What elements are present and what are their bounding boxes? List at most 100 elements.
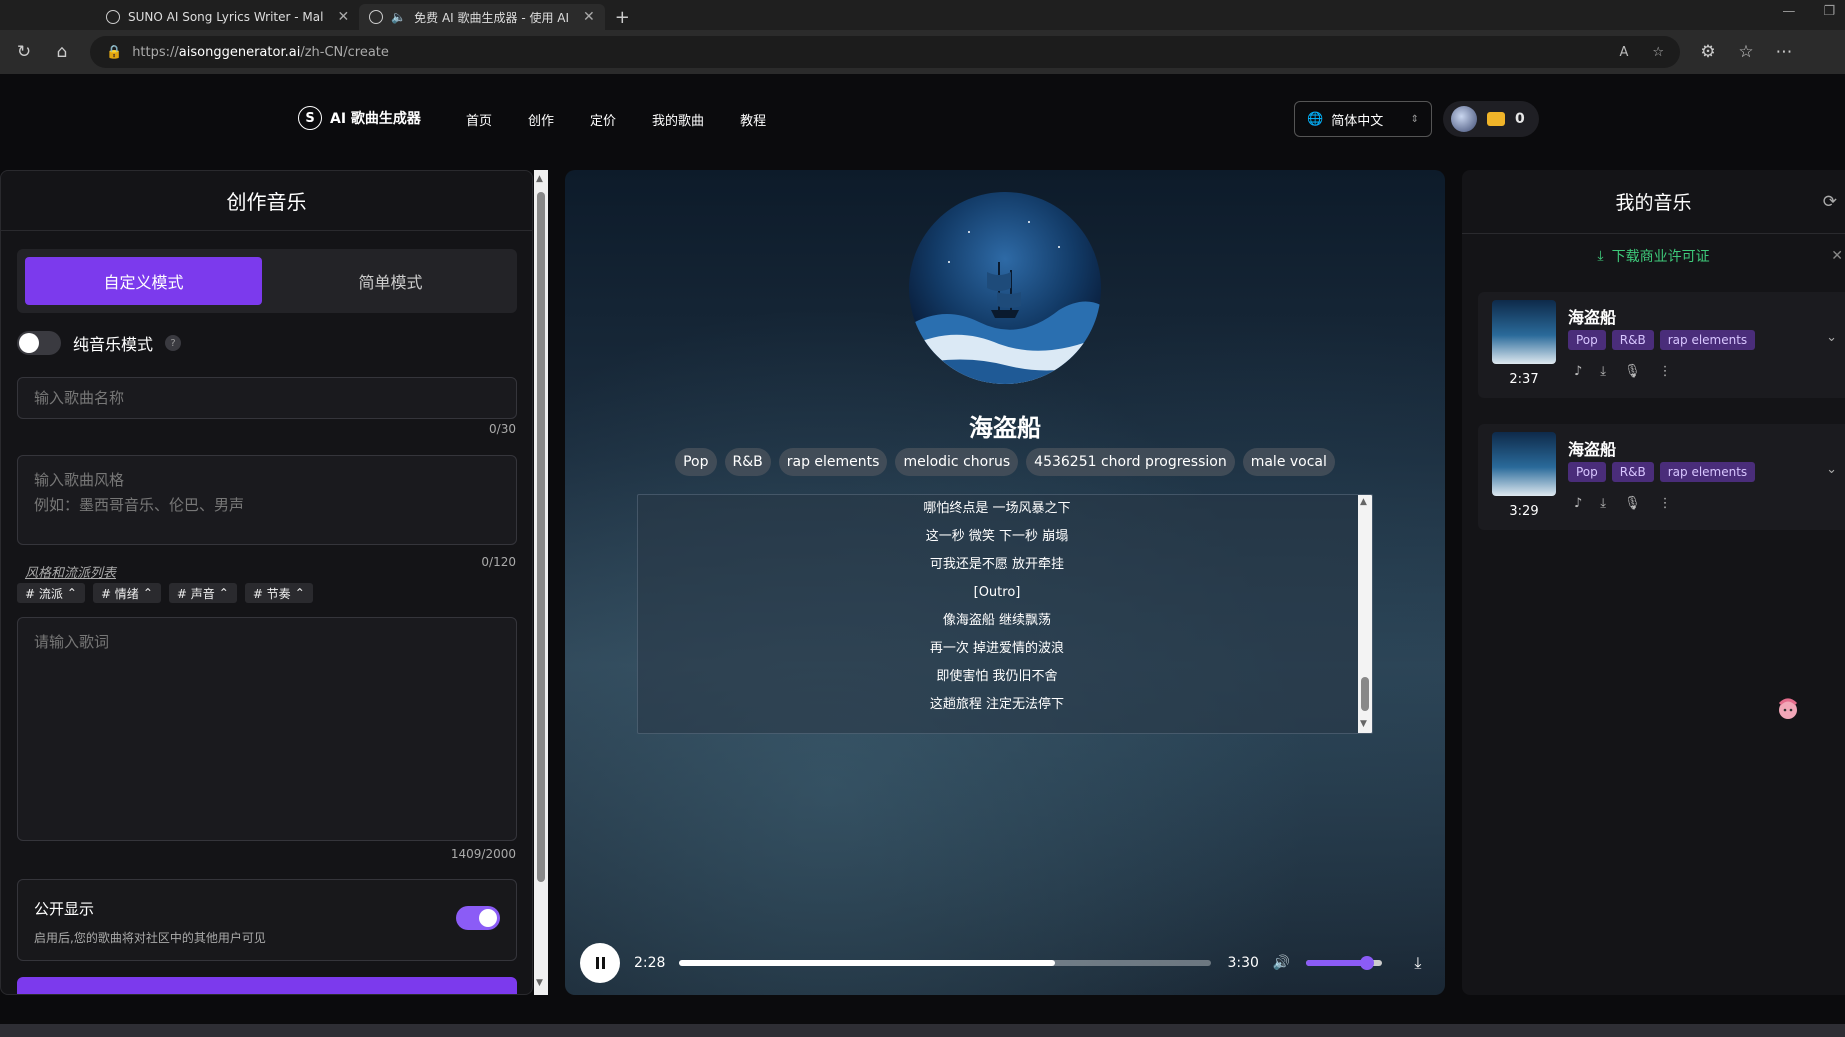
new-tab-button[interactable]: + xyxy=(605,4,640,30)
tag: Pop xyxy=(1568,330,1606,350)
refresh-icon[interactable]: ⟳ xyxy=(1823,192,1837,212)
song-card-actions: ♪ ⤓ 🎙 ⋮ xyxy=(1574,364,1672,379)
extensions-icon[interactable]: ⚙ xyxy=(1698,42,1718,62)
custom-mode-button[interactable]: 自定义模式 xyxy=(25,257,262,305)
tag: rap elements xyxy=(778,448,888,476)
album-cover xyxy=(909,192,1101,384)
close-icon[interactable]: ✕ xyxy=(583,9,595,25)
nav-tutorial[interactable]: 教程 xyxy=(740,110,766,129)
restore-icon[interactable]: ❐ xyxy=(1823,4,1835,19)
more-icon[interactable]: ⋮ xyxy=(1659,496,1672,511)
style-list-link[interactable]: 风格和流派列表 xyxy=(25,562,116,581)
style-input[interactable]: 输入歌曲风格 例如：墨西哥音乐、伦巴、男声 xyxy=(17,455,517,545)
address-bar: ↻ ⌂ 🔒 https://aisonggenerator.ai/zh-CN/c… xyxy=(0,30,1845,74)
url-field[interactable]: 🔒 https://aisonggenerator.ai/zh-CN/creat… xyxy=(90,36,1680,68)
chip-tempo[interactable]: # 节奏 ⌃ xyxy=(244,583,313,603)
tag: 4536251 chord progression xyxy=(1026,448,1235,476)
tag: melodic chorus xyxy=(895,448,1019,476)
chevron-down-icon[interactable]: ⌄ xyxy=(1826,330,1837,345)
public-toggle[interactable] xyxy=(456,906,500,930)
more-icon[interactable]: ⋯ xyxy=(1774,42,1794,62)
song-name-input[interactable]: 输入歌曲名称 xyxy=(17,377,517,419)
license-banner[interactable]: ⤓ 下载商业许可证 ✕ xyxy=(1462,246,1845,266)
mode-switch: 自定义模式 简单模式 xyxy=(17,249,517,313)
minimize-icon[interactable]: — xyxy=(1782,4,1795,19)
progress-slider[interactable] xyxy=(679,960,1212,966)
lock-icon: 🔒 xyxy=(106,44,123,60)
scroll-up-icon[interactable]: ▲ xyxy=(536,174,543,184)
more-icon[interactable]: ⋮ xyxy=(1659,364,1672,379)
scroll-up-icon[interactable]: ▲ xyxy=(1360,497,1367,507)
player-panel: 海盗船 Pop R&B rap elements melodic chorus … xyxy=(565,170,1445,995)
home-icon[interactable]: ⌂ xyxy=(52,42,72,62)
tag: rap elements xyxy=(1659,462,1756,482)
create-title: 创作音乐 xyxy=(1,171,532,231)
song-card-title: 海盗船 xyxy=(1568,308,1617,327)
chevron-down-icon[interactable]: ⌄ xyxy=(1826,462,1837,477)
create-button[interactable] xyxy=(17,977,517,994)
chip-voice[interactable]: # 声音 ⌃ xyxy=(168,583,237,603)
browser-tab-2[interactable]: 🔈 免费 AI 歌曲生成器 - 使用 AI ✕ xyxy=(359,4,605,30)
chevron-up-icon: ⌃ xyxy=(218,586,229,600)
microphone-icon[interactable]: 🎙 xyxy=(1624,496,1641,511)
browser-tab-1[interactable]: SUNO AI Song Lyrics Writer - Mal ✕ xyxy=(96,4,359,30)
scroll-thumb[interactable] xyxy=(537,192,545,882)
avatar[interactable] xyxy=(1451,106,1477,132)
nav-create[interactable]: 创作 xyxy=(528,110,554,129)
song-card[interactable]: 2:37 海盗船 Pop R&B rap elements ♪ ⤓ 🎙 ⋮ ⌄ xyxy=(1478,292,1845,398)
scroll-thumb[interactable] xyxy=(1361,677,1369,711)
instrumental-row: 纯音乐模式 ? xyxy=(17,331,182,355)
lyrics-input[interactable]: 请输入歌词 xyxy=(17,617,517,841)
nav-pricing[interactable]: 定价 xyxy=(590,110,616,129)
close-icon[interactable]: ✕ xyxy=(1831,248,1843,264)
nav-my-songs[interactable]: 我的歌曲 xyxy=(652,110,704,129)
help-icon[interactable]: ? xyxy=(165,335,182,351)
download-icon[interactable]: ⤓ xyxy=(1600,496,1606,511)
language-label: 简体中文 xyxy=(1331,113,1384,129)
music-note-icon[interactable]: ♪ xyxy=(1574,496,1582,511)
download-icon[interactable]: ⤓ xyxy=(1414,953,1421,973)
chevron-up-icon: ⌃ xyxy=(294,586,305,600)
volume-icon[interactable]: 🔊 xyxy=(1273,955,1290,971)
mascot-icon[interactable] xyxy=(1776,694,1800,724)
music-note-icon[interactable]: ♪ xyxy=(1574,364,1582,379)
total-time: 3:30 xyxy=(1227,955,1259,971)
lyric-line: 这趟旅程 注定无法停下 xyxy=(929,697,1065,712)
volume-knob[interactable] xyxy=(1360,956,1375,970)
lyric-line: 即使害怕 我仍旧不舍 xyxy=(936,669,1058,684)
my-music-panel: 我的音乐 ⟳ ⤓ 下载商业许可证 ✕ 2:37 海盗船 Pop R&B rap … xyxy=(1462,170,1845,995)
nav-home[interactable]: 首页 xyxy=(466,110,492,129)
chip-mood[interactable]: # 情绪 ⌃ xyxy=(92,583,161,603)
site-logo[interactable]: S AI 歌曲生成器 xyxy=(298,106,421,130)
star-icon[interactable]: ☆ xyxy=(1652,45,1664,60)
lyric-line: 可我还是不愿 放开牵挂 xyxy=(929,557,1065,572)
language-select[interactable]: 🌐 简体中文 ⇕ xyxy=(1294,101,1432,137)
favorites-icon[interactable]: ☆ xyxy=(1736,42,1756,62)
volume-slider[interactable] xyxy=(1306,956,1383,970)
chip-genre[interactable]: # 流派 ⌃ xyxy=(17,583,85,603)
tag: R&B xyxy=(1611,330,1654,350)
lyrics-scrollbar[interactable]: ▲ ▼ xyxy=(1358,495,1372,733)
logo-mark: S xyxy=(298,106,322,130)
simple-mode-button[interactable]: 简单模式 xyxy=(272,257,509,305)
microphone-icon[interactable]: 🎙 xyxy=(1624,364,1641,379)
globe-icon: 🌐 xyxy=(1307,111,1324,127)
left-scrollbar[interactable]: ▲ ▼ xyxy=(534,170,548,995)
scroll-down-icon[interactable]: ▼ xyxy=(536,978,543,988)
lyric-line: 这一秒 微笑 下一秒 崩塌 xyxy=(925,529,1069,544)
volume-fill xyxy=(1306,960,1368,966)
download-icon[interactable]: ⤓ xyxy=(1600,364,1606,379)
song-card[interactable]: 3:29 海盗船 Pop R&B rap elements ♪ ⤓ 🎙 ⋮ ⌄ xyxy=(1478,424,1845,530)
tag: R&B xyxy=(724,448,771,476)
close-icon[interactable]: ✕ xyxy=(337,9,349,25)
refresh-icon[interactable]: ↻ xyxy=(14,42,34,62)
instrumental-toggle[interactable] xyxy=(17,331,61,355)
current-time: 2:28 xyxy=(634,955,666,971)
tag: Pop xyxy=(1568,462,1606,482)
user-credits[interactable]: 0 xyxy=(1443,101,1539,137)
read-aloud-icon[interactable]: A xyxy=(1619,45,1628,60)
pause-button[interactable] xyxy=(580,943,620,983)
license-link[interactable]: 下载商业许可证 xyxy=(1612,246,1710,266)
scroll-down-icon[interactable]: ▼ xyxy=(1360,719,1367,729)
lyrics-display[interactable]: 哪怕终点是 一场风暴之下 这一秒 微笑 下一秒 崩塌 可我还是不愿 放开牵挂 [… xyxy=(637,494,1373,734)
